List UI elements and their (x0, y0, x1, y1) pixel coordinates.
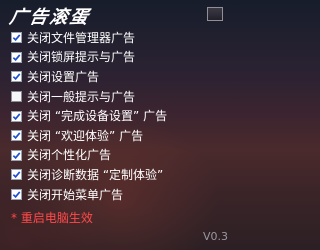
options-list: 关闭文件管理器广告 关闭锁屏提示与广告 关闭设置广告 关闭一般提示与广告 关闭 … (11, 28, 229, 204)
checkbox[interactable] (11, 189, 22, 201)
option-personalized-ads[interactable]: 关闭个性化广告 (11, 146, 229, 166)
app-title: 广告滚蛋 (7, 7, 92, 28)
option-lockscreen-tips-ads[interactable]: 关闭锁屏提示与广告 (11, 48, 229, 68)
checkbox[interactable] (11, 149, 22, 161)
option-start-menu-ads[interactable]: 关闭开始菜单广告 (11, 185, 229, 205)
option-label: 关闭诊断数据 “定制体验” (27, 167, 164, 182)
checkbox[interactable] (11, 32, 22, 44)
checkmark-icon (12, 132, 21, 140)
checkbox[interactable] (11, 110, 22, 122)
version-label: V0.3 (203, 230, 229, 243)
option-label: 关闭个性化广告 (27, 148, 112, 163)
checkmark-icon (12, 54, 21, 61)
option-general-tips-ads[interactable]: 关闭一般提示与广告 (11, 87, 229, 107)
option-label: 关闭锁屏提示与广告 (27, 50, 136, 65)
checkbox[interactable] (11, 71, 22, 83)
checkmark-icon (12, 191, 21, 199)
checkbox[interactable] (11, 51, 22, 63)
checkmark-icon (12, 73, 21, 81)
option-settings-ads[interactable]: 关闭设置广告 (11, 67, 229, 87)
close-button[interactable] (207, 7, 223, 21)
option-file-manager-ads[interactable]: 关闭文件管理器广告 (11, 28, 229, 48)
option-label: 关闭设置广告 (27, 69, 100, 84)
checkmark-icon (12, 171, 21, 179)
checkbox[interactable] (11, 91, 22, 103)
option-diagnostic-data[interactable]: 关闭诊断数据 “定制体验” (11, 165, 229, 185)
option-label: 关闭 “完成设备设置” 广告 (27, 109, 168, 124)
option-label: 关闭一般提示与广告 (27, 89, 136, 104)
option-finish-setup-ads[interactable]: 关闭 “完成设备设置” 广告 (11, 106, 229, 126)
option-label: 关闭 “欢迎体验” 广告 (27, 128, 144, 143)
checkmark-icon (12, 152, 21, 159)
checkbox[interactable] (11, 130, 22, 142)
checkmark-icon (12, 113, 21, 120)
option-label: 关闭文件管理器广告 (27, 30, 136, 45)
option-welcome-experience-ads[interactable]: 关闭 “欢迎体验” 广告 (11, 126, 229, 146)
checkmark-icon (12, 34, 21, 42)
checkbox[interactable] (11, 169, 22, 181)
restart-note: * 重启电脑生效 (11, 211, 93, 225)
option-label: 关闭开始菜单广告 (27, 187, 124, 202)
